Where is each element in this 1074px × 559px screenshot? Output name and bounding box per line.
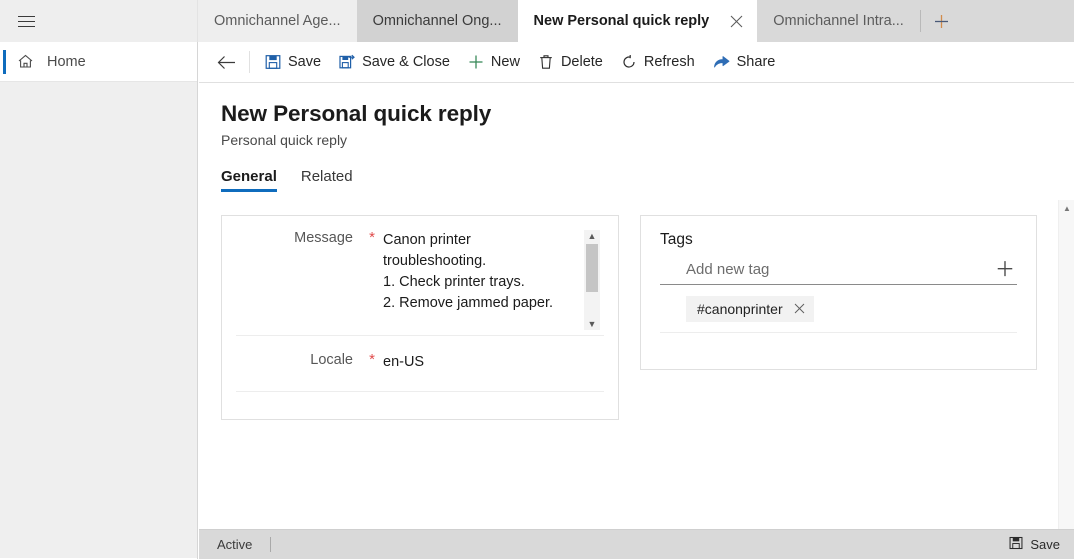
save-floppy-icon [1009, 536, 1023, 553]
sidebar-content-area [0, 82, 197, 558]
sidebar-item-home[interactable]: Home [0, 42, 197, 82]
tag-chip[interactable]: #canonprinter [686, 296, 814, 322]
tags-title: Tags [660, 231, 693, 248]
tab-list: Omnichannel Age... Omnichannel Ong... Ne… [198, 0, 963, 42]
sidebar-item-label: Home [47, 53, 86, 70]
app-window: Omnichannel Age... Omnichannel Ong... Ne… [0, 0, 1074, 559]
scrollbar-thumb[interactable] [586, 244, 598, 292]
tab-label: Omnichannel Ong... [372, 13, 502, 29]
page-header: New Personal quick reply Personal quick … [199, 83, 1074, 148]
share-icon [713, 54, 730, 70]
add-new-tag-input[interactable]: Add new tag [686, 261, 769, 278]
message-field-value: Canon printer troubleshooting. 1. Check … [383, 230, 604, 335]
home-icon [17, 53, 34, 70]
hamburger-menu-zone [0, 0, 198, 42]
field-row-message: Message * Canon printer troubleshooting.… [236, 216, 604, 336]
hamburger-menu-icon[interactable] [12, 7, 40, 35]
browser-tab-strip: Omnichannel Age... Omnichannel Ong... Ne… [0, 0, 1074, 42]
close-icon[interactable] [725, 10, 747, 32]
status-save-label: Save [1030, 537, 1060, 552]
tab-related-label: Related [300, 168, 353, 185]
caret-down-icon[interactable]: ▼ [588, 318, 597, 330]
tab-omnichannel-ongoing[interactable]: Omnichannel Ong... [356, 0, 518, 42]
delete-button[interactable]: Delete [529, 45, 612, 79]
left-navigation-panel: Home [0, 42, 198, 559]
selection-indicator [3, 50, 6, 74]
save-floppy-icon [265, 54, 281, 70]
status-save-button[interactable]: Save [1009, 536, 1074, 553]
close-icon-glyph [794, 303, 804, 313]
plus-icon [935, 14, 949, 28]
tags-section-card: Tags Add new tag ＋ #canonprinter [640, 215, 1037, 370]
tab-label: Omnichannel Intra... [773, 13, 904, 29]
message-textarea[interactable]: Canon printer troubleshooting. 1. Check … [383, 230, 604, 330]
form-columns: Message * Canon printer troubleshooting.… [221, 215, 1074, 420]
message-required-marker: * [369, 229, 375, 246]
save-button-label: Save [288, 54, 322, 70]
tab-general-label: General [221, 168, 277, 185]
message-scrollbar[interactable]: ▲ ▼ [584, 230, 600, 330]
save-button[interactable]: Save [256, 45, 330, 79]
share-button-label: Share [736, 54, 776, 70]
close-icon-glyph [730, 15, 743, 27]
refresh-button[interactable]: Refresh [612, 45, 704, 79]
tab-omnichannel-intra[interactable]: Omnichannel Intra... [757, 0, 920, 42]
tab-omnichannel-agent[interactable]: Omnichannel Age... [198, 0, 357, 42]
tag-chip-list: #canonprinter [660, 296, 1017, 333]
refresh-icon [621, 54, 637, 70]
locale-required-marker: * [369, 351, 375, 368]
new-tab-button[interactable] [920, 0, 963, 42]
save-and-close-button[interactable]: Save & Close [330, 45, 459, 79]
save-and-close-button-label: Save & Close [362, 54, 450, 70]
new-button-label: New [490, 54, 520, 70]
back-arrow-icon[interactable] [209, 45, 243, 79]
tag-input-row: Add new tag ＋ [660, 260, 1017, 285]
locale-field-value[interactable]: en-US [383, 352, 604, 391]
command-bar: Save Save & Close New Delete Refresh Sha… [199, 42, 1074, 83]
status-bar-left: Active [199, 537, 272, 552]
status-badge: Active [217, 537, 253, 552]
plus-icon[interactable]: ＋ [995, 260, 1015, 280]
caret-up-icon[interactable]: ▲ [588, 230, 597, 242]
locale-field-label: Locale [310, 352, 353, 368]
refresh-button-label: Refresh [643, 54, 695, 70]
caret-up-icon[interactable]: ▲ [1059, 200, 1074, 216]
page-subtitle: Personal quick reply [221, 132, 348, 148]
command-bar-divider [249, 51, 250, 73]
new-button[interactable]: New [459, 45, 529, 79]
main-content-area: New Personal quick reply Personal quick … [199, 83, 1074, 529]
save-and-close-icon [339, 54, 355, 70]
share-button[interactable]: Share [704, 45, 785, 79]
tab-label: Omnichannel Age... [214, 13, 341, 29]
tab-label: New Personal quick reply [533, 13, 710, 29]
form-tab-list: General Related [221, 168, 1074, 192]
tag-chip-label: #canonprinter [697, 301, 783, 317]
message-text: Canon printer troubleshooting. 1. Check … [383, 232, 554, 311]
status-divider [270, 537, 272, 552]
plus-icon [468, 54, 484, 70]
general-section-card: Message * Canon printer troubleshooting.… [221, 215, 619, 420]
field-row-locale: Locale * en-US [236, 336, 604, 392]
tab-new-personal-quick-reply[interactable]: New Personal quick reply [517, 0, 758, 42]
close-icon[interactable] [794, 302, 805, 317]
tab-general[interactable]: General [221, 168, 277, 192]
trash-icon [538, 54, 554, 70]
status-bar: Active Save [199, 529, 1074, 559]
message-field-label: Message [294, 230, 353, 246]
delete-button-label: Delete [560, 54, 603, 70]
page-scrollbar[interactable]: ▲ ▼ [1058, 200, 1074, 529]
tab-related[interactable]: Related [301, 168, 353, 192]
page-title: New Personal quick reply [221, 101, 492, 126]
